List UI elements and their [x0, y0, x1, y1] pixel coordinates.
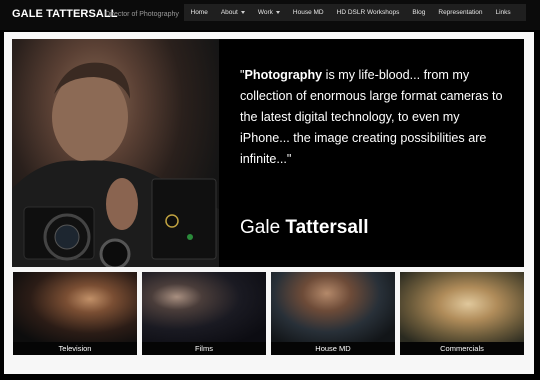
- nav-item-about[interactable]: About: [214, 4, 251, 21]
- chevron-down-icon: [240, 11, 245, 14]
- films-still-image: [142, 272, 266, 343]
- nav-label: Home: [190, 9, 208, 16]
- nav-label: About: [220, 9, 238, 16]
- camera-operator-illustration: [12, 62, 219, 267]
- top-bar: GALE TATTERSALL Director of Photography …: [0, 0, 540, 30]
- nav-item-house-md[interactable]: House MD: [286, 4, 330, 21]
- thumbnail-house-md[interactable]: House MD: [271, 272, 395, 355]
- main-nav: Home About Work House MD HD DSLR Worksho…: [184, 4, 526, 21]
- thumbnail-label: House MD: [271, 342, 395, 355]
- thumbnail-label: Television: [13, 342, 137, 355]
- nav-item-blog[interactable]: Blog: [406, 4, 432, 21]
- thumbnail-films[interactable]: Films: [142, 272, 266, 355]
- site-brand[interactable]: GALE TATTERSALL: [12, 8, 118, 20]
- quote-emphasis: Photography: [244, 68, 323, 82]
- nav-item-home[interactable]: Home: [184, 4, 214, 21]
- house-md-still-image: [271, 272, 395, 343]
- nav-label: Links: [495, 9, 511, 16]
- nav-item-representation[interactable]: Representation: [432, 4, 489, 21]
- chevron-down-icon: [275, 11, 280, 14]
- hero-portrait-photo: [12, 39, 219, 267]
- thumbnail-label: Commercials: [400, 342, 524, 355]
- television-still-image: [13, 272, 137, 343]
- signature-last-name: Tattersall: [285, 217, 369, 238]
- site-tagline: Director of Photography: [105, 11, 179, 18]
- thumbnail-commercials[interactable]: Commercials: [400, 272, 524, 355]
- nav-label: HD DSLR Workshops: [336, 9, 400, 16]
- quote-text: is my life-blood... from my collection o…: [240, 68, 503, 166]
- hero-signature: Gale Tattersall: [240, 217, 369, 239]
- nav-item-work[interactable]: Work: [251, 4, 286, 21]
- thumbnail-label: Films: [142, 342, 266, 355]
- nav-label: Blog: [412, 9, 426, 16]
- hero-banner: "Photography is my life-blood... from my…: [12, 39, 524, 267]
- commercials-still-image: [400, 272, 524, 343]
- nav-item-links[interactable]: Links: [489, 4, 517, 21]
- hero-quote: "Photography is my life-blood... from my…: [240, 65, 510, 170]
- signature-first-name: Gale: [240, 217, 286, 238]
- nav-label: House MD: [292, 9, 324, 16]
- nav-item-hd-dslr-workshops[interactable]: HD DSLR Workshops: [330, 4, 406, 21]
- nav-label: Representation: [438, 9, 483, 16]
- thumbnail-television[interactable]: Television: [13, 272, 137, 355]
- nav-label: Work: [257, 9, 273, 16]
- content-frame: "Photography is my life-blood... from my…: [4, 32, 534, 374]
